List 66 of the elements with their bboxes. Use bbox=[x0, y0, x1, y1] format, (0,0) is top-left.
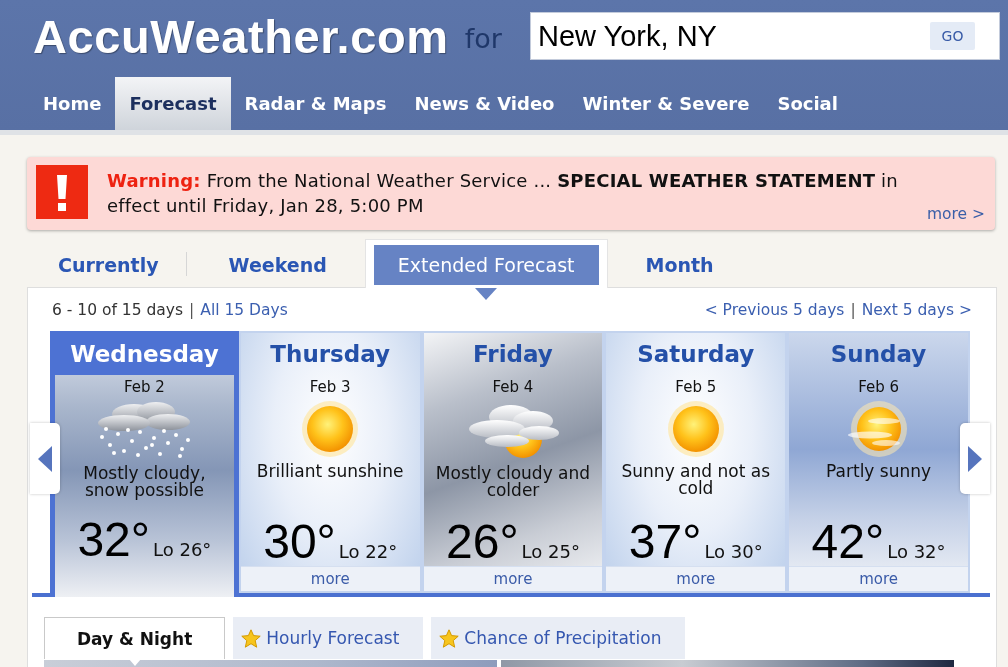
high-temperature: 32° bbox=[77, 513, 150, 566]
exclamation-icon bbox=[36, 165, 88, 219]
date-label: Feb 4 bbox=[492, 378, 534, 396]
next-link[interactable]: Next 5 days > bbox=[861, 301, 972, 319]
weather-description: Partly sunny bbox=[826, 463, 932, 480]
caret-left-icon bbox=[38, 445, 52, 472]
more-link[interactable]: more bbox=[423, 566, 603, 591]
view-tab[interactable]: Month bbox=[618, 245, 741, 285]
detail-tab[interactable]: Chance of Precipitation bbox=[431, 617, 686, 659]
caret-right-icon bbox=[968, 445, 982, 472]
low-temperature: Lo 25° bbox=[521, 541, 580, 562]
high-temperature: 30° bbox=[263, 515, 336, 568]
nav-tab[interactable]: Radar & Maps bbox=[230, 76, 401, 130]
view-tab[interactable]: Extended Forecast bbox=[373, 245, 599, 285]
more-link[interactable]: more > bbox=[926, 205, 985, 223]
detail-tab[interactable]: Hourly Forecast bbox=[233, 617, 424, 659]
pipe-separator: | bbox=[850, 301, 856, 319]
low-temperature: Lo 26° bbox=[153, 539, 212, 560]
day-card[interactable]: Friday Feb 4 Mostly cloudy and colder 26°Lo 25° more bbox=[421, 331, 605, 593]
day-card[interactable]: Thursday Feb 3 Brilliant sunshine 30°Lo 22° more bbox=[238, 331, 422, 593]
low-temperature: Lo 32° bbox=[887, 541, 946, 562]
day-card[interactable]: Wednesday Feb 2 Mostly cloudy, snow possible 32°Lo 26° bbox=[50, 331, 239, 597]
high-temperature: 42° bbox=[811, 515, 885, 568]
sun-icon bbox=[302, 401, 359, 457]
high-temperature: 26° bbox=[446, 515, 519, 568]
low-temperature: Lo 22° bbox=[338, 541, 398, 562]
scroll-right-button[interactable] bbox=[960, 423, 990, 494]
day-card[interactable]: Sunday Feb 6 Partly sunny 42°Lo 32° more bbox=[787, 331, 970, 593]
day-name: Friday bbox=[473, 340, 553, 368]
previous-link[interactable]: < Previous 5 days bbox=[704, 301, 845, 319]
day-name: Wednesday bbox=[70, 340, 219, 368]
date-label: Feb 5 bbox=[675, 378, 717, 396]
weather-description: Mostly cloudy, snow possible bbox=[82, 465, 207, 499]
search-field[interactable]: New York, NY GO bbox=[530, 12, 1000, 60]
go-button[interactable]: GO bbox=[930, 22, 975, 50]
nav-tab[interactable]: News & Video bbox=[400, 76, 569, 130]
scroll-left-button[interactable] bbox=[30, 423, 60, 494]
view-tab[interactable]: Currently bbox=[31, 245, 186, 285]
view-tab[interactable]: Weekend bbox=[201, 245, 354, 285]
nav-tab[interactable]: Winter & Severe bbox=[568, 76, 764, 130]
high-temperature: 37° bbox=[628, 515, 702, 568]
day-card[interactable]: Saturday Feb 5 Sunny and not as cold 37°Lo 30° more bbox=[604, 331, 788, 593]
day-name: Sunday bbox=[830, 340, 927, 368]
more-link[interactable]: more bbox=[606, 566, 786, 591]
more-link[interactable]: more bbox=[789, 566, 968, 591]
low-temperature: Lo 30° bbox=[704, 541, 763, 562]
day-name: Saturday bbox=[637, 340, 755, 368]
weather-description: Brilliant sunshine bbox=[256, 463, 404, 480]
range-label: 6 - 10 of 15 days bbox=[52, 301, 184, 319]
nav-tab[interactable]: Forecast bbox=[115, 77, 231, 130]
date-label: Feb 6 bbox=[858, 378, 899, 396]
day-name: Thursday bbox=[270, 340, 391, 368]
pointer-icon bbox=[475, 288, 498, 300]
pipe-separator: | bbox=[189, 301, 195, 319]
weather-description: Sunny and not as cold bbox=[620, 463, 771, 497]
site-logo[interactable]: AccuWeather.com bbox=[33, 12, 449, 60]
sun-icon bbox=[667, 401, 724, 457]
nav-tab[interactable]: Home bbox=[29, 76, 116, 130]
all-days-link[interactable]: All 15 Days bbox=[200, 301, 288, 319]
date-label: Feb 3 bbox=[309, 378, 351, 396]
for-label: for bbox=[464, 24, 502, 52]
date-label: Feb 2 bbox=[123, 378, 165, 396]
nav-tab[interactable]: Social bbox=[763, 76, 852, 130]
more-link[interactable]: more bbox=[240, 566, 420, 591]
warning-message: Warning: From the National Weather Service ... SPECIAL WEATHER STATEMENT in effect until Friday, Jan 28, 5:00 PM bbox=[107, 169, 899, 218]
weather-description: Mostly cloudy and colder bbox=[434, 465, 592, 499]
